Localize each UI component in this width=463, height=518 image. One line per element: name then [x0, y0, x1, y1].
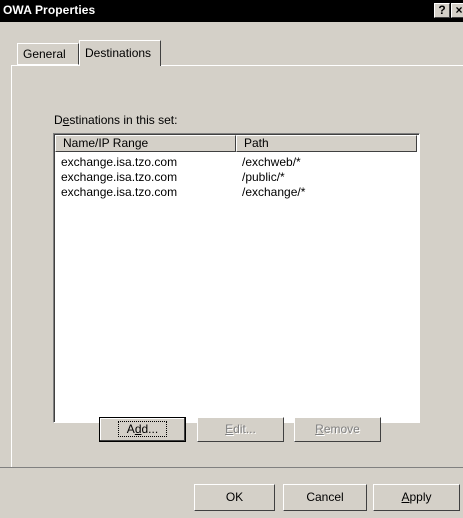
cancel-button[interactable]: Cancel — [283, 484, 367, 511]
panel-bottom-border — [0, 467, 463, 468]
list-item-path: /exchweb/* — [242, 155, 301, 169]
add-button[interactable]: Add... — [99, 417, 186, 442]
column-header-name[interactable]: Name/IP Range — [55, 135, 236, 152]
help-icon[interactable]: ? — [434, 3, 450, 18]
destinations-list[interactable]: Name/IP Range Path exchange.isa.tzo.com … — [53, 133, 420, 423]
apply-button[interactable]: Apply — [373, 484, 460, 511]
tab-destinations-label: Destinations — [85, 46, 152, 60]
list-item[interactable]: exchange.isa.tzo.com /public/* — [55, 170, 415, 185]
properties-dialog: OWA Properties ? × General Destinations … — [0, 0, 463, 518]
tab-destinations[interactable]: Destinations — [79, 40, 161, 66]
remove-button[interactable]: Remove — [294, 417, 381, 442]
window-title: OWA Properties — [3, 3, 96, 17]
edit-button[interactable]: Edit... — [197, 417, 284, 442]
list-item-name: exchange.isa.tzo.com — [61, 170, 178, 184]
tab-general-label: General — [23, 47, 66, 61]
list-item-path: /exchange/* — [242, 185, 306, 199]
column-header-path[interactable]: Path — [236, 135, 417, 152]
list-item[interactable]: exchange.isa.tzo.com /exchange/* — [55, 185, 415, 200]
destinations-label: Destinations in this set: — [54, 113, 178, 127]
list-item-name: exchange.isa.tzo.com — [61, 155, 178, 169]
ok-button[interactable]: OK — [194, 484, 275, 511]
list-item-path: /public/* — [242, 170, 285, 184]
title-bar[interactable]: OWA Properties ? × — [0, 0, 463, 22]
list-item[interactable]: exchange.isa.tzo.com /exchweb/* — [55, 155, 415, 170]
list-item-name: exchange.isa.tzo.com — [61, 185, 178, 199]
tab-general[interactable]: General — [17, 43, 79, 65]
close-icon[interactable]: × — [451, 3, 463, 18]
